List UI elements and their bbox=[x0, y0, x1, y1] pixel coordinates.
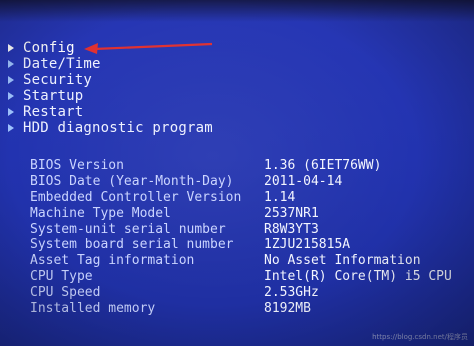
triangle-right-icon bbox=[8, 76, 14, 84]
info-row-machine-type: Machine Type Model 2537NR1 bbox=[30, 205, 470, 221]
triangle-right-icon bbox=[8, 92, 14, 100]
triangle-right-icon bbox=[8, 124, 14, 132]
info-label: Asset Tag information bbox=[30, 253, 195, 269]
menu-item-security[interactable]: Security bbox=[8, 72, 308, 88]
info-label: System board serial number bbox=[30, 237, 234, 253]
info-row-ec-version: Embedded Controller Version 1.14 bbox=[30, 190, 470, 206]
info-row-board-serial: System board serial number 1ZJU215815A bbox=[30, 237, 470, 253]
info-row-installed-memory: Installed memory 8192MB bbox=[30, 300, 470, 316]
system-information-panel: BIOS Version 1.36 (6IET76WW) BIOS Date (… bbox=[30, 158, 470, 316]
info-value: 1ZJU215815A bbox=[264, 237, 351, 253]
menu-item-label: Startup bbox=[23, 88, 84, 104]
info-label: Machine Type Model bbox=[30, 205, 171, 221]
triangle-right-icon bbox=[8, 108, 14, 116]
info-value: 2011-04-14 bbox=[264, 174, 343, 190]
info-value: 2537NR1 bbox=[264, 205, 319, 221]
watermark: https://blog.csdn.net/程序员 bbox=[372, 333, 468, 341]
bezel-shadow bbox=[0, 0, 474, 22]
info-row-bios-version: BIOS Version 1.36 (6IET76WW) bbox=[30, 158, 470, 174]
info-label: Embedded Controller Version bbox=[30, 189, 242, 205]
info-label: System-unit serial number bbox=[30, 221, 226, 237]
menu-item-label: HDD diagnostic program bbox=[23, 120, 213, 136]
info-row-cpu-speed: CPU Speed 2.53GHz bbox=[30, 284, 470, 300]
menu-item-label: Security bbox=[23, 72, 93, 88]
info-label: BIOS Version bbox=[30, 158, 124, 174]
info-label: CPU Speed bbox=[30, 284, 101, 300]
info-value: No Asset Information bbox=[264, 253, 421, 269]
menu-item-restart[interactable]: Restart bbox=[8, 104, 308, 120]
triangle-right-icon bbox=[8, 44, 14, 52]
triangle-right-icon bbox=[8, 60, 14, 68]
menu-item-label: Config bbox=[23, 40, 75, 56]
info-label: Installed memory bbox=[30, 300, 156, 316]
info-value: 1.36 (6IET76WW) bbox=[264, 158, 382, 174]
menu-item-date-time[interactable]: Date/Time bbox=[8, 56, 308, 72]
info-row-bios-date: BIOS Date (Year-Month-Day) 2011-04-14 bbox=[30, 174, 470, 190]
info-value: 8192MB bbox=[264, 300, 311, 316]
info-value: 2.53GHz bbox=[264, 284, 319, 300]
info-label: CPU Type bbox=[30, 268, 93, 284]
info-value: Intel(R) Core(TM) i5 CPU bbox=[264, 268, 452, 284]
menu-item-label: Date/Time bbox=[23, 56, 101, 72]
info-row-cpu-type: CPU Type Intel(R) Core(TM) i5 CPU bbox=[30, 269, 470, 285]
menu-item-hdd-diagnostic[interactable]: HDD diagnostic program bbox=[8, 120, 308, 136]
info-value: R8W3YT3 bbox=[264, 221, 319, 237]
red-arrow-annotation bbox=[84, 42, 213, 54]
menu-item-startup[interactable]: Startup bbox=[8, 88, 308, 104]
info-value: 1.14 bbox=[264, 189, 296, 205]
info-label: BIOS Date (Year-Month-Day) bbox=[30, 174, 234, 190]
info-row-system-serial: System-unit serial number R8W3YT3 bbox=[30, 221, 470, 237]
menu-item-label: Restart bbox=[23, 104, 84, 120]
info-row-asset-tag: Asset Tag information No Asset Informati… bbox=[30, 253, 470, 269]
